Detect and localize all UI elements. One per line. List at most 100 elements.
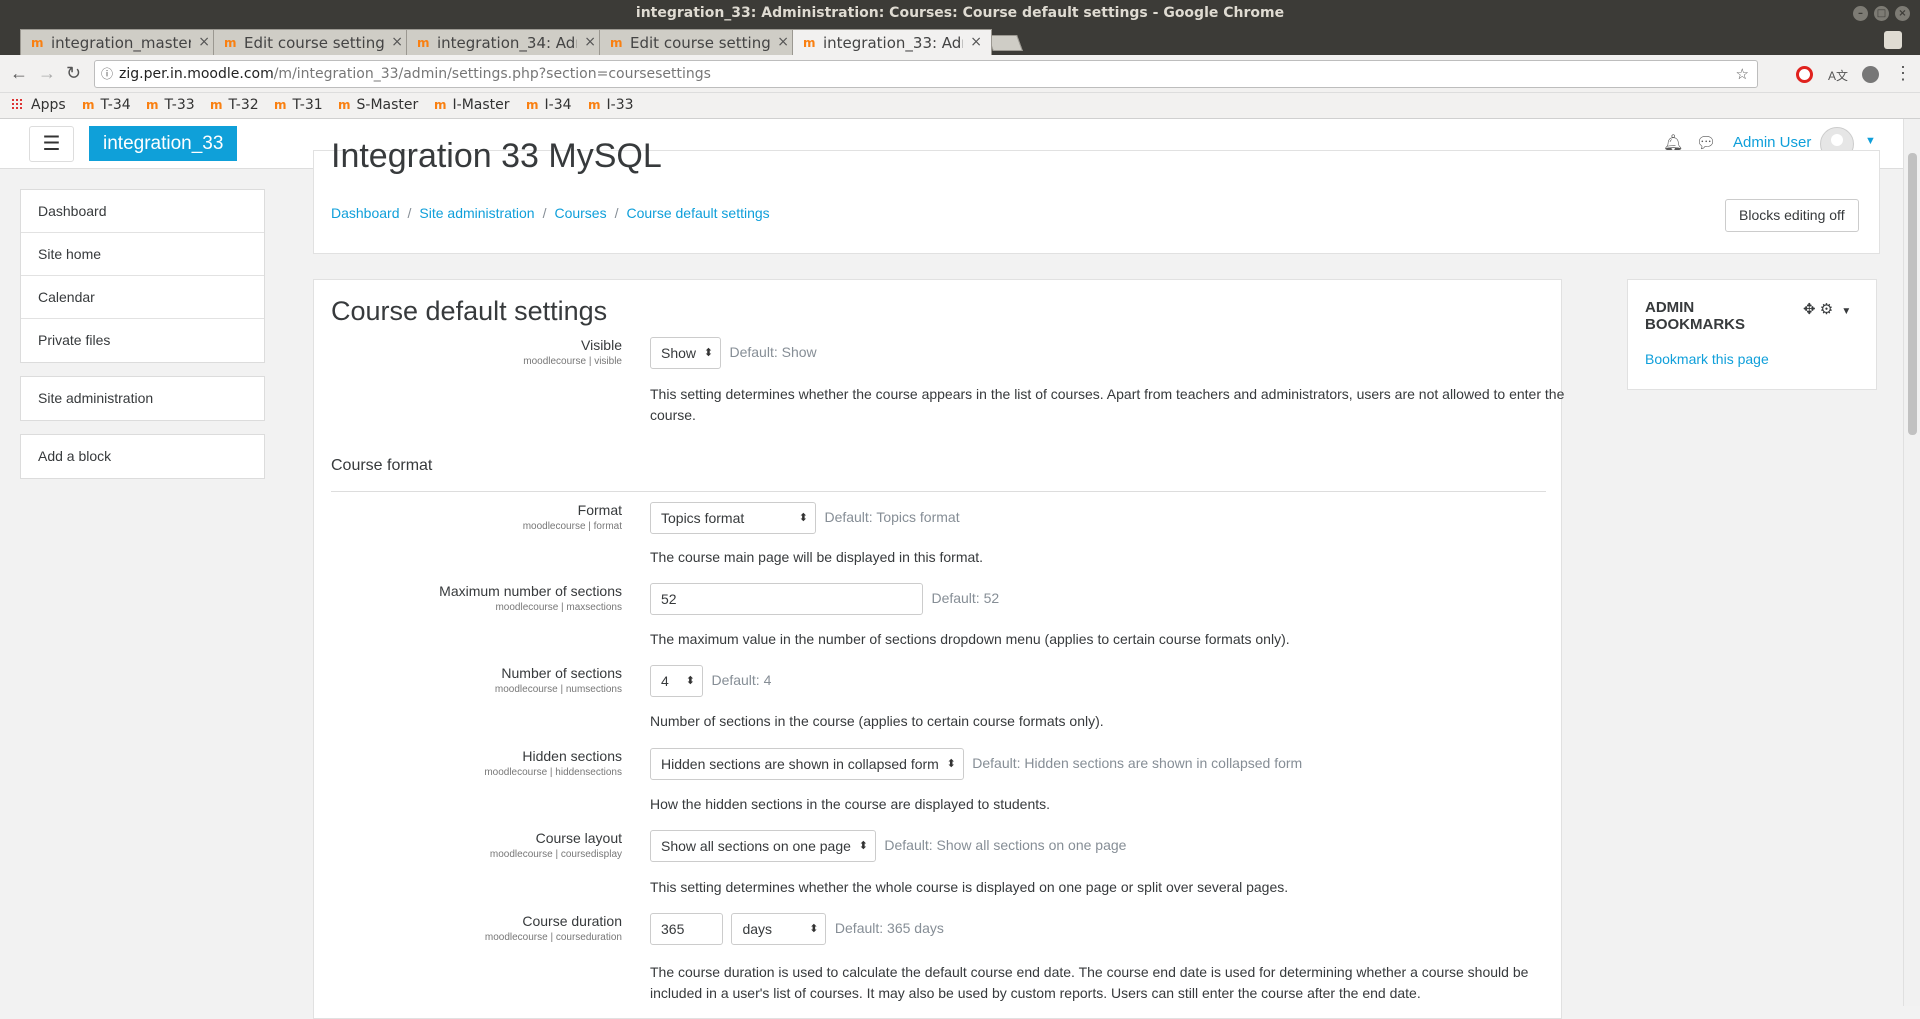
tab-close-icon[interactable]: × xyxy=(777,34,789,50)
bookmark-i34[interactable]: m I-34 xyxy=(526,97,572,113)
moodle-favicon-icon: m xyxy=(146,98,159,112)
profile-icon[interactable] xyxy=(1884,31,1902,49)
site-title: Integration 33 MySQL xyxy=(331,137,662,175)
bookmark-star-icon[interactable]: ☆ xyxy=(1736,61,1749,87)
browser-tab-5-active[interactable]: m integration_33: Admi × xyxy=(792,29,992,55)
moodle-favicon-icon: m xyxy=(610,36,623,50)
setting-description: The course duration is used to calculate… xyxy=(650,964,1529,1001)
opera-extension-icon[interactable] xyxy=(1796,66,1813,83)
url-host: zig.per.in.moodle.com xyxy=(119,66,274,82)
drawer-toggle-button[interactable]: ☰ xyxy=(29,126,74,162)
page-header: Integration 33 MySQL Dashboard / Site admi… xyxy=(313,137,1880,254)
maximize-icon[interactable]: □ xyxy=(1874,6,1889,21)
browser-tab-3[interactable]: m integration_34: Admi × xyxy=(406,29,606,55)
minimize-icon[interactable]: – xyxy=(1853,6,1868,21)
maxsections-input[interactable]: 52 xyxy=(650,583,923,615)
tab-close-icon[interactable]: × xyxy=(391,34,403,50)
default-value: Default: Show all sections on one page xyxy=(884,837,1127,853)
address-bar[interactable]: ⓘ zig.per.in.moodle.com/m/integration_33… xyxy=(94,60,1758,88)
courseduration-unit-select[interactable]: days xyxy=(731,913,827,945)
format-select[interactable]: Topics format xyxy=(650,502,816,534)
tab-close-icon[interactable]: × xyxy=(970,34,982,50)
tab-close-icon[interactable]: × xyxy=(198,34,210,50)
breadcrumb-dashboard[interactable]: Dashboard xyxy=(331,205,400,221)
admin-bookmarks-block: ADMIN BOOKMARKS ✥ ⚙ ▼ Bookmark this page xyxy=(1627,279,1877,390)
chevron-down-icon[interactable]: ▼ xyxy=(1865,135,1876,147)
bookmark-i33[interactable]: m I-33 xyxy=(588,97,634,113)
setting-label: Number of sections xyxy=(501,665,622,681)
browser-tab-2[interactable]: m Edit course settings × xyxy=(213,29,413,55)
moodle-favicon-icon: m xyxy=(31,36,44,50)
section-divider xyxy=(331,491,1546,492)
coursedisplay-select[interactable]: Show all sections on one page xyxy=(650,830,876,862)
nav-item-private-files[interactable]: Private files xyxy=(21,319,264,362)
nav-item-calendar[interactable]: Calendar xyxy=(21,276,264,319)
block-title-line-1: ADMIN xyxy=(1645,299,1695,316)
nav-item-site-home[interactable]: Site home xyxy=(21,233,264,276)
moodle-favicon-icon: m xyxy=(526,98,539,112)
user-menu-name[interactable]: Admin User xyxy=(1733,134,1811,151)
breadcrumb: Dashboard / Site administration / Courses / Co… xyxy=(331,205,770,221)
bookmarks-bar: Apps m T-34 m T-33 m T-32 m T-31 m S-Master m… xyxy=(0,93,1920,119)
browser-tab-4[interactable]: m Edit course settings × xyxy=(599,29,799,55)
close-window-icon[interactable]: × xyxy=(1895,6,1910,21)
nav-item-add-block[interactable]: Add a block xyxy=(21,435,264,478)
settings-form: Course default settings Visible moodleco… xyxy=(313,279,1564,1019)
menu-dots-icon[interactable]: ⋮ xyxy=(1894,63,1912,84)
info-icon[interactable]: ⓘ xyxy=(101,61,113,87)
setting-description: The maximum value in the number of secti… xyxy=(650,631,1290,647)
setting-description: Number of sections in the course (applie… xyxy=(650,713,1104,729)
move-icon[interactable]: ✥ xyxy=(1803,301,1816,318)
default-value: Default: Show xyxy=(729,344,817,360)
moodle-favicon-icon: m xyxy=(434,98,447,112)
nav-item-site-administration[interactable]: Site administration xyxy=(21,377,264,420)
gear-icon[interactable]: ⚙ xyxy=(1820,301,1833,318)
moodle-favicon-icon: m xyxy=(338,98,351,112)
new-tab-button[interactable] xyxy=(987,35,1023,51)
setting-key: moodlecourse | numsections xyxy=(494,684,622,695)
hiddensections-select[interactable]: Hidden sections are shown in collapsed f… xyxy=(650,748,964,780)
tab-close-icon[interactable]: × xyxy=(584,34,596,50)
moodle-favicon-icon: m xyxy=(224,36,237,50)
nav-item-dashboard[interactable]: Dashboard xyxy=(21,190,264,233)
reload-icon[interactable]: ↻ xyxy=(66,63,81,84)
bookmark-i-master[interactable]: m I-Master xyxy=(434,97,510,113)
setting-label: Visible xyxy=(581,337,622,353)
page-scrollbar[interactable] xyxy=(1903,119,1920,1006)
blocks-editing-button[interactable]: Blocks editing off xyxy=(1725,199,1859,232)
moodle-favicon-icon: m xyxy=(803,36,816,50)
translate-icon[interactable]: A文 xyxy=(1828,67,1848,84)
section-heading-course-format[interactable]: Course format xyxy=(331,457,432,475)
block-title: ADMIN BOOKMARKS xyxy=(1645,299,1745,333)
courseduration-input[interactable]: 365 xyxy=(650,913,723,945)
bookmark-this-page-link[interactable]: Bookmark this page xyxy=(1645,351,1769,367)
breadcrumb-site-administration[interactable]: Site administration xyxy=(419,205,534,221)
breadcrumb-course-default-settings[interactable]: Course default settings xyxy=(626,205,769,221)
chevron-down-icon[interactable]: ▼ xyxy=(1841,306,1851,317)
bookmark-t32[interactable]: m T-32 xyxy=(210,97,259,113)
setting-label: Maximum number of sections xyxy=(439,583,622,599)
bookmark-t34[interactable]: m T-34 xyxy=(82,97,131,113)
default-value: Default: 365 days xyxy=(834,920,944,936)
block-title-line-2: BOOKMARKS xyxy=(1645,316,1745,333)
apps-grid-icon xyxy=(11,98,23,110)
visible-select[interactable]: Show xyxy=(650,337,722,369)
moodle-favicon-icon: m xyxy=(417,36,430,50)
back-arrow-icon[interactable]: ← xyxy=(10,63,28,84)
numsections-select[interactable]: 4 xyxy=(650,665,703,697)
breadcrumb-courses[interactable]: Courses xyxy=(554,205,606,221)
default-value: Default: 4 xyxy=(711,672,772,688)
bookmark-t33[interactable]: m T-33 xyxy=(146,97,195,113)
site-brand-link[interactable]: integration_33 xyxy=(89,126,238,161)
bookmark-t31[interactable]: m T-31 xyxy=(274,97,323,113)
extension-icon[interactable] xyxy=(1862,66,1879,83)
browser-tab-1[interactable]: m integration_master × xyxy=(20,29,220,55)
moodle-favicon-icon: m xyxy=(274,98,287,112)
browser-toolbar: ← → ↻ ⓘ zig.per.in.moodle.com/m/integrat… xyxy=(0,55,1920,93)
scrollbar-thumb[interactable] xyxy=(1908,153,1917,435)
default-value: Default: Hidden sections are shown in co… xyxy=(972,755,1303,771)
setting-key: moodlecourse | format xyxy=(522,521,622,532)
bookmark-apps[interactable]: Apps xyxy=(11,97,66,113)
bookmark-s-master[interactable]: m S-Master xyxy=(338,97,418,113)
forward-arrow-icon[interactable]: → xyxy=(38,63,56,84)
